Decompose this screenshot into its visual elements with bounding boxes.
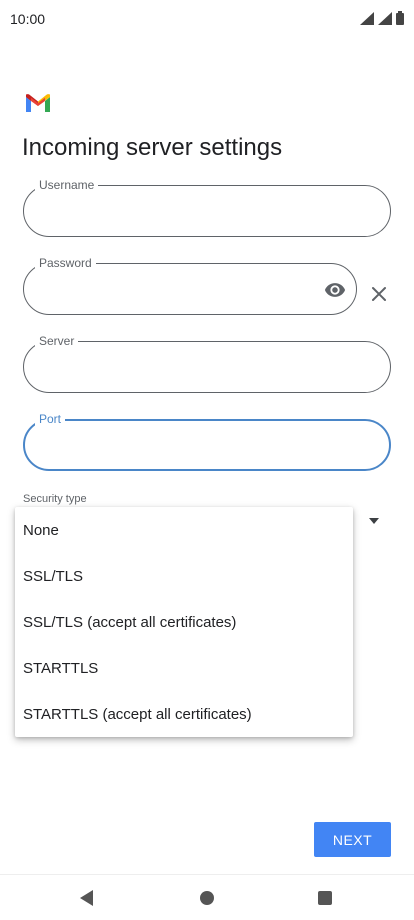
status-time: 10:00: [10, 11, 46, 27]
security-type-label: Security type: [23, 493, 87, 505]
port-field[interactable]: Port: [23, 412, 391, 471]
status-icons: [360, 11, 404, 25]
eye-icon[interactable]: [324, 279, 346, 301]
battery-icon: [396, 11, 404, 25]
password-field[interactable]: Password: [23, 256, 357, 315]
security-type-menu: None SSL/TLS SSL/TLS (accept all certifi…: [15, 507, 353, 737]
menu-item-starttls-accept-all[interactable]: STARTTLS (accept all certificates): [15, 691, 353, 737]
username-field[interactable]: Username: [23, 178, 391, 237]
close-icon[interactable]: [370, 285, 388, 303]
signal-icon: [378, 12, 392, 25]
password-label: Password: [35, 256, 96, 270]
home-icon[interactable]: [200, 891, 214, 905]
gmail-logo: [26, 94, 50, 112]
page-title: Incoming server settings: [22, 134, 283, 161]
menu-item-none[interactable]: None: [15, 507, 353, 553]
navigation-bar: [0, 874, 414, 920]
server-label: Server: [35, 334, 79, 348]
recents-icon[interactable]: [318, 891, 332, 905]
username-label: Username: [35, 178, 99, 192]
menu-item-ssl-tls-accept-all[interactable]: SSL/TLS (accept all certificates): [15, 599, 353, 645]
status-bar: 10:00: [0, 0, 414, 38]
signal-icon: [360, 12, 374, 25]
menu-item-ssl-tls[interactable]: SSL/TLS: [15, 553, 353, 599]
chevron-down-icon[interactable]: [369, 518, 379, 524]
next-button[interactable]: NEXT: [314, 822, 391, 857]
back-icon[interactable]: [80, 890, 93, 906]
port-label: Port: [35, 412, 66, 426]
menu-item-starttls[interactable]: STARTTLS: [15, 645, 353, 691]
server-field[interactable]: Server: [23, 334, 391, 393]
